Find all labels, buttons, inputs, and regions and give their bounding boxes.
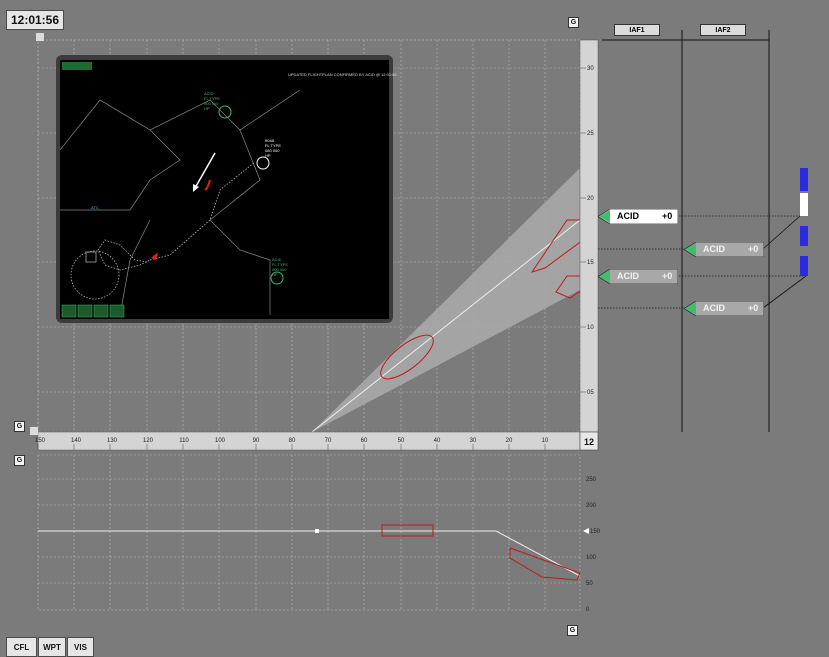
aircraft-label-cyan[interactable]: ATC	[91, 205, 99, 210]
corner-button-bottom-right[interactable]: G	[567, 625, 578, 636]
corner-button-profile-left[interactable]: G	[14, 455, 25, 466]
aircraft-selected-hp: HP	[265, 153, 271, 158]
vp-tick-200: 200	[586, 503, 597, 509]
sequence-marker-selected[interactable]	[800, 193, 808, 216]
vp-tick-150: 150	[590, 529, 601, 535]
strip-4-delta: +0	[748, 303, 759, 313]
profile-level-marker	[583, 528, 589, 534]
vp-tick-0: 0	[586, 607, 590, 613]
iaf-columns	[602, 30, 770, 432]
resize-handle-bottom[interactable]	[30, 427, 38, 435]
alt-tick-30: 30	[587, 66, 594, 72]
radar-screen[interactable]: UPDATED FLIGHTPLAN CONFIRMED BY ACID @ 1…	[60, 60, 397, 319]
aircraft-label-lower[interactable]: ACID FL TYPE 000 000 HP	[272, 257, 288, 277]
vp-tick-250: 250	[586, 477, 597, 483]
range-tick-20: 20	[506, 438, 513, 444]
alt-tick-20: 20	[587, 196, 594, 202]
range-tick-110: 110	[179, 438, 189, 444]
range-tick-50: 50	[398, 438, 405, 444]
strip-1-acid: ACID	[617, 211, 639, 221]
strip-1[interactable]: ACID +0	[598, 209, 678, 224]
alt-tick-10: 10	[587, 325, 594, 331]
strip-3-delta: +0	[662, 271, 673, 281]
range-tick-120: 120	[143, 438, 154, 444]
range-tick-30: 30	[470, 438, 477, 444]
range-tick-60: 60	[361, 438, 368, 444]
cfl-button[interactable]: CFL	[6, 637, 37, 657]
profile-waypoint	[315, 529, 319, 533]
wpt-button[interactable]: WPT	[38, 637, 66, 657]
strip-2-acid: ACID	[703, 244, 725, 254]
aircraft-top-hp: HP	[204, 106, 210, 111]
range-tick-10: 10	[542, 438, 549, 444]
range-tick-90: 90	[253, 438, 260, 444]
radar-banner: UPDATED FLIGHTPLAN CONFIRMED BY ACID @ 1…	[288, 72, 397, 77]
vp-tick-100: 100	[586, 555, 597, 561]
range-tick-100: 100	[215, 438, 226, 444]
strip-2-delta: +0	[748, 244, 759, 254]
aircraft-lower-hp: HP	[272, 272, 278, 277]
aircraft-label-top[interactable]: ACID FL TYPE 000 000 HP	[204, 91, 220, 111]
corner-button-top-right[interactable]: G	[568, 17, 579, 28]
alt-tick-15: 15	[587, 260, 594, 266]
range-tick-140: 140	[71, 438, 82, 444]
strip-3[interactable]: ACID +0	[598, 269, 678, 284]
corner-button-mid-left[interactable]: G	[14, 421, 25, 432]
strip-3-acid: ACID	[617, 271, 639, 281]
range-tick-150: 150	[35, 438, 46, 444]
range-tick-40: 40	[434, 438, 441, 444]
sequence-marker-1[interactable]	[800, 168, 808, 191]
strip-4-acid: ACID	[703, 303, 725, 313]
strip-1-delta: +0	[662, 211, 673, 221]
aircraft-label-selected[interactable]: 9048 FL TYPE 080 000 HP	[265, 138, 281, 158]
radar-window[interactable]: UPDATED FLIGHTPLAN CONFIRMED BY ACID @ 1…	[56, 55, 397, 323]
profile-descent-line	[495, 530, 581, 577]
strip-2[interactable]: ACID +0	[684, 242, 764, 257]
radar-map	[60, 62, 301, 318]
iaf1-header[interactable]: IAF1	[614, 24, 660, 36]
range-current-value: 12	[584, 437, 594, 447]
alt-tick-05: 05	[587, 390, 594, 396]
resize-handle-top[interactable]	[36, 33, 44, 41]
vis-button[interactable]: VIS	[67, 637, 94, 657]
range-tick-70: 70	[325, 438, 332, 444]
range-tick-80: 80	[289, 438, 296, 444]
sequence-marker-3[interactable]	[800, 256, 808, 276]
strip-4[interactable]: ACID +0	[684, 301, 764, 316]
alt-tick-25: 25	[587, 131, 594, 137]
sequence-marker-2[interactable]	[800, 226, 808, 246]
range-scale-bar	[37, 431, 581, 451]
strip-connectors	[598, 215, 806, 309]
altitude-scale-bar	[579, 39, 599, 433]
iaf2-header[interactable]: IAF2	[700, 24, 746, 36]
vp-tick-50: 50	[586, 581, 593, 587]
clock-display: 12:01:56	[6, 10, 64, 30]
range-tick-130: 130	[107, 438, 118, 444]
